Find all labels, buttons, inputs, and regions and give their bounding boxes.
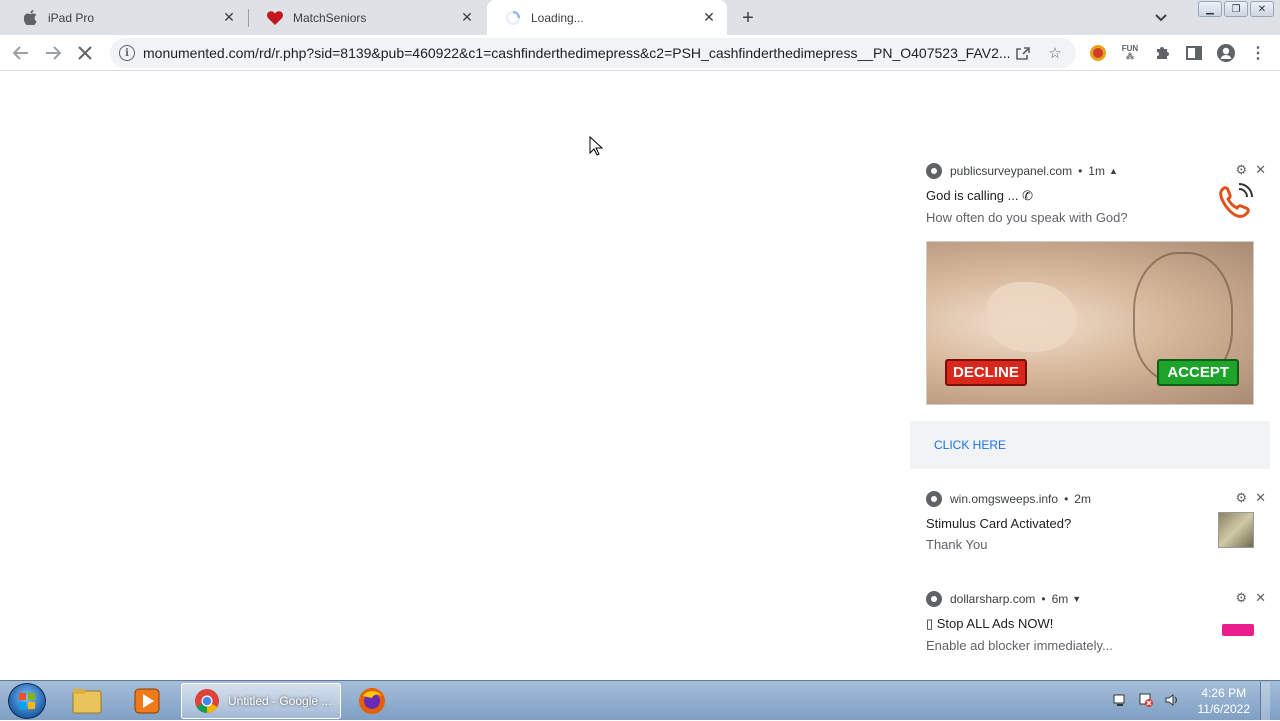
side-panel-icon[interactable] xyxy=(1183,42,1205,64)
hand-shape xyxy=(987,282,1077,352)
apple-icon xyxy=(22,10,38,26)
clock-date: 11/6/2022 xyxy=(1197,702,1251,716)
share-icon[interactable] xyxy=(1012,42,1034,64)
phone-icon: ✆ xyxy=(1022,188,1034,203)
start-button[interactable] xyxy=(8,683,46,719)
chrome-icon xyxy=(926,491,942,507)
bookmark-star-icon[interactable]: ☆ xyxy=(1044,42,1066,64)
chevron-down-icon[interactable]: ▼ xyxy=(1072,594,1081,604)
mouse-cursor-icon xyxy=(589,135,604,159)
profile-avatar-icon[interactable] xyxy=(1215,42,1237,64)
separator-dot: • xyxy=(1064,492,1069,506)
media-player-icon[interactable] xyxy=(121,684,173,718)
browser-toolbar: i monumented.com/rd/r.php?sid=8139&pub=4… xyxy=(0,35,1280,71)
close-icon[interactable]: ✕ xyxy=(1255,490,1266,506)
clock-time: 4:26 PM xyxy=(1201,686,1247,700)
show-desktop-button[interactable] xyxy=(1260,682,1270,720)
accept-label: ACCEPT xyxy=(1157,359,1239,386)
tab-title: MatchSeniors xyxy=(293,10,367,25)
notification-card[interactable]: win.omgsweeps.info • 2m ⚙ ✕ Stimulus Car… xyxy=(910,490,1270,552)
tab-search-chevron-down-icon[interactable] xyxy=(1151,8,1171,28)
notification-card[interactable]: dollarsharp.com • 6m ▼ ⚙ ✕ ▯ Stop ALL Ad… xyxy=(910,590,1270,653)
network-icon[interactable] xyxy=(1112,692,1128,711)
site-info-icon[interactable]: i xyxy=(119,45,135,61)
tab-strip: iPad Pro ✕ MatchSeniors ✕ Loading... ✕ +… xyxy=(0,0,1280,35)
notification-site: dollarsharp.com xyxy=(950,592,1036,606)
heart-icon xyxy=(267,10,283,26)
tab-matchseniors[interactable]: MatchSeniors ✕ xyxy=(249,0,485,35)
menu-kebab-icon[interactable]: ⋮ xyxy=(1247,42,1269,64)
notification-body: Thank You xyxy=(926,537,988,552)
window-controls: ▁ ❐ ✕ xyxy=(1198,1,1274,17)
close-icon[interactable]: ✕ xyxy=(1255,162,1266,178)
extension-coin-icon[interactable] xyxy=(1087,42,1109,64)
tab-title: Loading... xyxy=(531,10,584,25)
close-icon[interactable]: ✕ xyxy=(701,9,717,26)
notification-header: win.omgsweeps.info • 2m ⚙ ✕ xyxy=(910,490,1270,508)
tab-loading-active[interactable]: Loading... ✕ xyxy=(487,0,727,35)
notification-image[interactable]: DECLINE ACCEPT xyxy=(926,241,1254,405)
stop-loading-button[interactable] xyxy=(73,41,97,65)
close-icon[interactable]: ✕ xyxy=(459,9,475,26)
separator-dot: • xyxy=(1041,592,1046,606)
system-clock[interactable]: 4:26 PM 11/6/2022 xyxy=(1198,685,1251,717)
address-bar[interactable]: i monumented.com/rd/r.php?sid=8139&pub=4… xyxy=(110,38,1076,68)
restore-button[interactable]: ❐ xyxy=(1224,1,1248,17)
notification-header: dollarsharp.com • 6m ▼ ⚙ ✕ xyxy=(910,590,1270,608)
chevron-up-icon[interactable]: ▲ xyxy=(1109,166,1118,176)
decline-label: DECLINE xyxy=(945,359,1027,386)
notification-card[interactable]: publicsurveypanel.com • 1m ▲ ⚙ ✕ God is … xyxy=(910,162,1270,469)
notification-title: Stimulus Card Activated? xyxy=(926,516,1072,531)
chrome-icon xyxy=(926,591,942,607)
notification-site: publicsurveypanel.com xyxy=(950,164,1073,178)
system-tray: 4:26 PM 11/6/2022 xyxy=(1112,681,1270,721)
close-icon[interactable]: ✕ xyxy=(1255,590,1266,606)
notification-time: 6m xyxy=(1051,592,1069,606)
firefox-icon[interactable] xyxy=(346,684,398,718)
gear-icon[interactable]: ⚙ xyxy=(1235,162,1247,178)
extensions-puzzle-icon[interactable] xyxy=(1151,42,1173,64)
notification-site: win.omgsweeps.info xyxy=(950,492,1059,506)
gear-icon[interactable]: ⚙ xyxy=(1235,490,1247,506)
tab-ipad-pro[interactable]: iPad Pro ✕ xyxy=(4,0,247,35)
tab-title: iPad Pro xyxy=(48,10,95,25)
loading-spinner-icon xyxy=(505,10,521,26)
flag-action-center-icon[interactable] xyxy=(1138,692,1154,711)
close-window-button[interactable]: ✕ xyxy=(1250,1,1274,17)
phone-ringing-icon xyxy=(1216,182,1254,223)
new-tab-button[interactable]: + xyxy=(736,6,760,30)
minimize-button[interactable]: ▁ xyxy=(1198,1,1222,17)
money-image-icon xyxy=(1218,512,1254,548)
volume-icon[interactable] xyxy=(1164,692,1180,711)
notification-time: 2m xyxy=(1074,492,1091,506)
skip-ad-icon xyxy=(1222,624,1254,636)
file-explorer-icon[interactable] xyxy=(61,684,113,718)
taskbar-window-title: Untitled - Google ... xyxy=(228,694,332,708)
chrome-icon xyxy=(195,689,219,713)
notification-time: 1m xyxy=(1088,164,1105,178)
notification-title: ▯ Stop ALL Ads NOW! xyxy=(926,616,1054,631)
gear-icon[interactable]: ⚙ xyxy=(1235,590,1247,606)
separator-dot: • xyxy=(1078,164,1083,178)
notification-body: Enable ad blocker immediately... xyxy=(926,638,1113,653)
close-icon[interactable]: ✕ xyxy=(221,9,237,26)
url-text[interactable]: monumented.com/rd/r.php?sid=8139&pub=460… xyxy=(143,45,1012,61)
click-here-button[interactable]: CLICK HERE xyxy=(910,421,1270,469)
forward-button[interactable] xyxy=(41,41,65,65)
back-button[interactable] xyxy=(9,41,33,65)
chrome-icon xyxy=(926,163,942,179)
windows-taskbar: Untitled - Google ... 4:26 PM 11/6/2022 xyxy=(0,680,1280,720)
extension-fun-icon[interactable]: FUN ⁂ xyxy=(1119,42,1141,64)
taskbar-chrome-window[interactable]: Untitled - Google ... xyxy=(181,683,341,719)
notification-header: publicsurveypanel.com • 1m ▲ ⚙ ✕ xyxy=(910,162,1270,180)
